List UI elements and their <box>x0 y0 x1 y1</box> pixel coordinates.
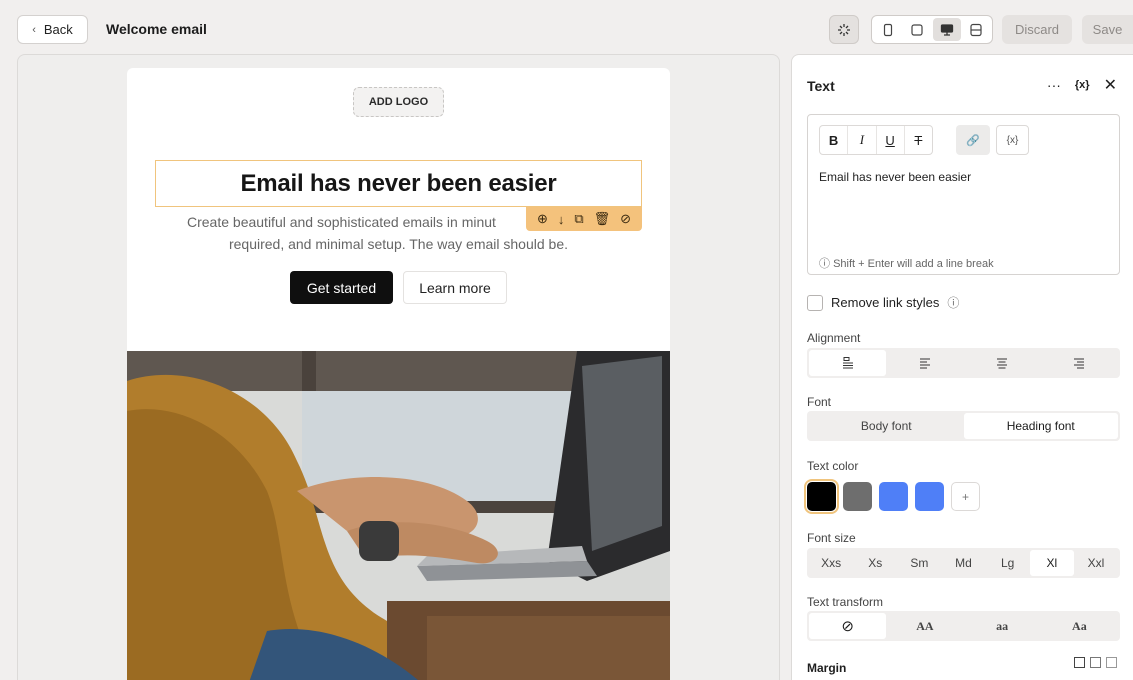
format-toolbar: B I U T <box>819 125 933 155</box>
desktop-view-icon[interactable] <box>933 18 961 41</box>
underline-button[interactable]: U <box>877 126 905 154</box>
text-transform-selector: ⊘ AA aa Aa <box>807 611 1120 641</box>
align-auto-icon[interactable] <box>809 350 887 376</box>
get-started-button[interactable]: Get started <box>290 271 393 304</box>
info-icon: ⓘ <box>819 258 830 270</box>
font-label: Font <box>807 395 832 409</box>
remove-link-styles-row[interactable]: Remove link styles ⓘ <box>807 294 959 311</box>
text-color-swatches: + <box>804 479 980 514</box>
font-size-xs[interactable]: Xs <box>853 550 897 576</box>
link-icon[interactable]: 🔗 <box>956 125 990 155</box>
add-color-button[interactable]: + <box>951 482 980 511</box>
save-button[interactable]: Save <box>1082 15 1133 44</box>
selected-heading-block[interactable]: Email has never been easier <box>155 160 642 207</box>
panel-actions: ··· {x} ✕ <box>1047 75 1117 95</box>
block-toolbar: ⊕ ↓ ⧉ 🗑 ⊘ <box>526 207 642 231</box>
email-canvas: ADD LOGO Email has never been easier Cre… <box>17 54 780 680</box>
font-size-lg[interactable]: Lg <box>986 550 1030 576</box>
info-icon[interactable]: ⓘ <box>947 294 959 311</box>
font-size-selector: Xxs Xs Sm Md Lg Xl Xxl <box>807 548 1120 578</box>
email-preview: ADD LOGO Email has never been easier Cre… <box>127 68 670 680</box>
page-title: Welcome email <box>106 21 207 37</box>
margin-vertical-icon[interactable] <box>1106 657 1117 668</box>
color-swatch[interactable] <box>879 482 908 511</box>
panel-title: Text <box>807 78 835 94</box>
margin-label: Margin <box>807 661 847 675</box>
font-size-xl[interactable]: Xl <box>1029 550 1074 576</box>
align-center-icon[interactable] <box>964 350 1041 376</box>
transform-capitalize[interactable]: Aa <box>1041 613 1118 639</box>
margin-mode-icons <box>1074 657 1117 668</box>
add-block-icon[interactable]: ⊕ <box>537 211 548 227</box>
color-swatch[interactable] <box>804 479 839 514</box>
add-logo-button[interactable]: ADD LOGO <box>353 87 444 117</box>
text-transform-label: Text transform <box>807 595 884 609</box>
insert-variable-button[interactable]: {x} <box>996 125 1029 155</box>
more-icon[interactable]: ··· <box>1047 77 1061 93</box>
view-mode-switcher <box>871 15 993 44</box>
properties-panel: Text ··· {x} ✕ B I U T 🔗 {x} Email has n… <box>791 54 1133 680</box>
learn-more-button[interactable]: Learn more <box>403 271 507 304</box>
select-tool-button[interactable] <box>829 15 859 44</box>
align-right-icon[interactable] <box>1041 350 1118 376</box>
chevron-left-icon: ‹ <box>32 23 36 36</box>
top-bar: ‹ Back Welcome email Discard Save <box>0 0 1133 56</box>
font-size-sm[interactable]: Sm <box>897 550 941 576</box>
transform-uppercase[interactable]: AA <box>886 613 963 639</box>
back-label: Back <box>43 22 73 37</box>
variable-icon[interactable]: {x} <box>1075 79 1090 91</box>
color-swatch[interactable] <box>843 482 872 511</box>
text-color-label: Text color <box>807 459 859 473</box>
font-size-label: Font size <box>807 531 856 545</box>
heading-font-option[interactable]: Heading font <box>963 413 1118 439</box>
move-down-icon[interactable]: ↓ <box>558 212 565 227</box>
discard-button[interactable]: Discard <box>1002 15 1072 44</box>
alignment-label: Alignment <box>807 331 861 345</box>
delete-icon[interactable]: 🗑 <box>594 211 611 227</box>
close-icon[interactable]: ✕ <box>1104 75 1117 95</box>
align-left-icon[interactable] <box>886 350 963 376</box>
strikethrough-button[interactable]: T <box>905 126 932 154</box>
back-button[interactable]: ‹ Back <box>17 15 88 44</box>
font-size-xxs[interactable]: Xxs <box>809 550 853 576</box>
subtext-line-2: required, and minimal setup. The way ema… <box>228 236 569 252</box>
margin-horizontal-icon[interactable] <box>1090 657 1101 668</box>
remove-link-styles-label: Remove link styles <box>831 295 940 310</box>
mobile-view-icon[interactable] <box>874 18 902 41</box>
transform-lowercase[interactable]: aa <box>964 613 1041 639</box>
editor-content[interactable]: Email has never been easier <box>819 170 971 184</box>
transform-none-icon[interactable]: ⊘ <box>809 613 887 639</box>
remove-link-styles-checkbox[interactable] <box>807 294 823 311</box>
email-heading[interactable]: Email has never been easier <box>240 170 556 198</box>
font-size-xxl[interactable]: Xxl <box>1074 550 1118 576</box>
bold-button[interactable]: B <box>820 126 849 154</box>
alignment-selector <box>807 348 1120 378</box>
duplicate-icon[interactable]: ⧉ <box>574 211 583 227</box>
text-editor[interactable]: B I U T 🔗 {x} Email has never been easie… <box>807 114 1120 275</box>
font-selector: Body font Heading font <box>807 411 1120 441</box>
italic-button[interactable]: I <box>848 126 877 154</box>
margin-all-icon[interactable] <box>1074 657 1085 668</box>
sparkle-cursor-icon <box>838 23 850 36</box>
tablet-view-icon[interactable] <box>904 18 932 41</box>
hero-image[interactable] <box>127 351 670 680</box>
font-size-md[interactable]: Md <box>941 550 985 576</box>
split-view-icon[interactable] <box>963 18 991 41</box>
color-swatch[interactable] <box>915 482 944 511</box>
hide-icon[interactable]: ⊘ <box>620 211 631 227</box>
body-font-option[interactable]: Body font <box>809 413 964 439</box>
editor-hint: ⓘ Shift + Enter will add a line break <box>819 258 994 270</box>
